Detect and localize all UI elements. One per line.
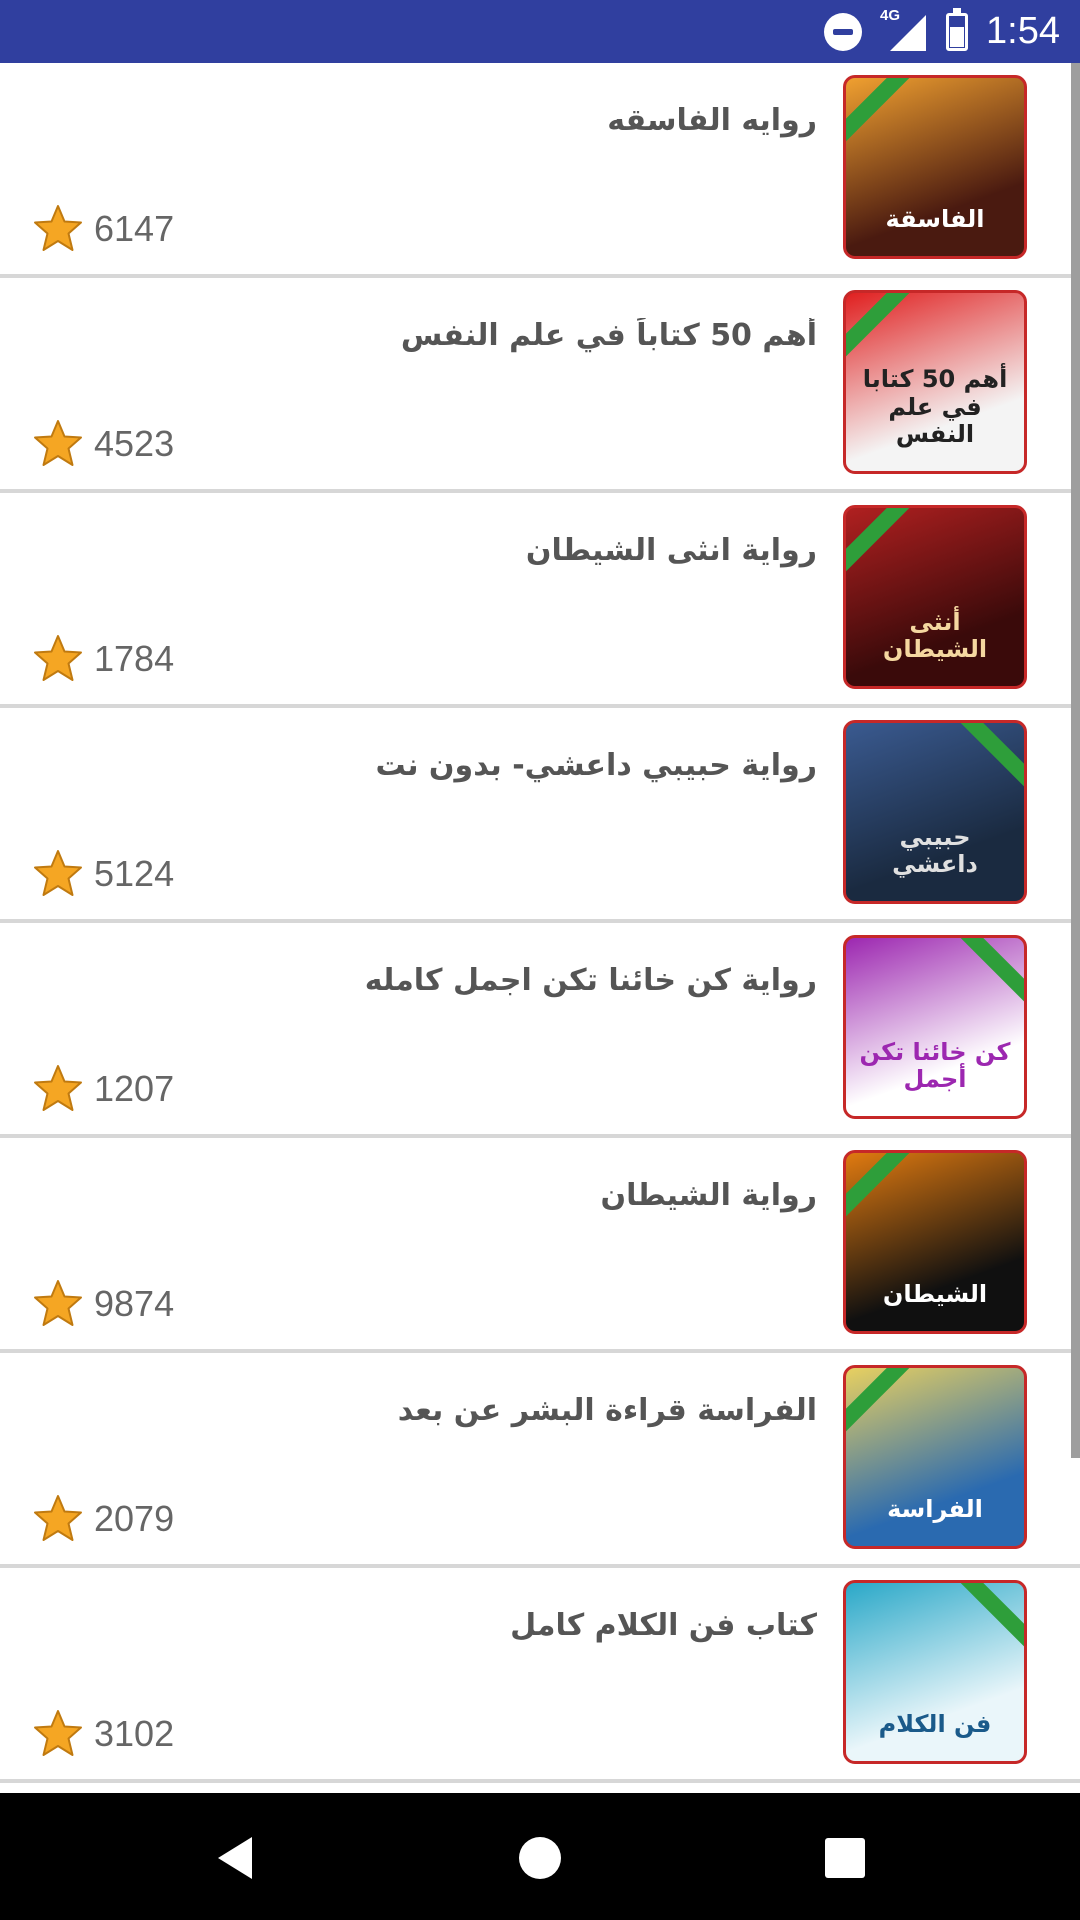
cover-ribbon: [846, 1153, 921, 1228]
book-cover-title: فن الكلام: [878, 1710, 992, 1739]
rating-count: 6147: [94, 208, 175, 249]
signal-icon: 4G: [880, 7, 928, 53]
star-icon: [34, 635, 82, 681]
book-cover[interactable]: أهم 50 كتابا في علم النفس: [843, 290, 1027, 474]
scrollbar[interactable]: [1071, 63, 1080, 1458]
home-icon[interactable]: [515, 1833, 565, 1883]
book-cover-title: أهم 50 كتابا في علم النفس: [862, 365, 1008, 449]
book-cover[interactable]: حبيبي داعشي: [843, 720, 1027, 904]
star-icon: [34, 850, 82, 896]
book-cover-title: أنثى الشيطان: [882, 607, 988, 664]
cover-ribbon: [846, 293, 921, 368]
star-icon: [34, 205, 82, 251]
list-item[interactable]: روايه الفاسقه 6147 الفاسقة: [0, 63, 1080, 278]
rating: 2079: [32, 1493, 174, 1545]
cover-ribbon: [846, 508, 921, 583]
rating: 1784: [32, 633, 174, 685]
book-title: رواية انثى الشيطان: [525, 533, 817, 568]
book-title: أهم 50 كتاباً في علم النفس: [400, 318, 817, 353]
do-not-disturb-icon: [824, 12, 863, 51]
book-cover-title: الشيطان: [882, 1280, 988, 1309]
book-cover-title: كن خائنا تكن أجمل: [859, 1037, 1011, 1094]
cover-ribbon: [949, 938, 1024, 1013]
clock: 1:54: [986, 10, 1060, 52]
rating-count: 1784: [94, 638, 175, 679]
rating: 3102: [32, 1708, 174, 1760]
status-icons: 4G 1:54: [824, 0, 1060, 63]
rating-count: 5124: [94, 853, 175, 894]
rating: 1207: [32, 1063, 174, 1115]
rating-count: 4523: [94, 423, 175, 464]
cover-ribbon: [949, 723, 1024, 798]
book-cover[interactable]: الفاسقة: [843, 75, 1027, 259]
battery-charging-icon: [946, 7, 969, 51]
rating: 5124: [32, 848, 174, 900]
back-icon[interactable]: [212, 1833, 262, 1883]
rating-count: 1207: [94, 1068, 175, 1109]
list-item[interactable]: رواية انثى الشيطان 1784 أنثى الشيطان: [0, 493, 1080, 708]
book-cover-title: الفاسقة: [885, 205, 985, 234]
rating: 9874: [32, 1278, 174, 1330]
rating-count: 9874: [94, 1283, 175, 1324]
list-item[interactable]: رواية كن خائنا تكن اجمل كامله 1207 كن خائن…: [0, 923, 1080, 1138]
star-icon: [34, 1710, 82, 1756]
list-item[interactable]: رواية حبيبي داعشي- بدون نت 5124 حبيبي داعش…: [0, 708, 1080, 923]
book-cover[interactable]: أنثى الشيطان: [843, 505, 1027, 689]
book-cover-title: حبيبي داعشي: [892, 822, 978, 879]
star-icon: [34, 1495, 82, 1541]
book-title: رواية الشيطان: [600, 1178, 817, 1213]
book-title: رواية حبيبي داعشي- بدون نت: [375, 748, 817, 783]
book-list[interactable]: روايه الفاسقه 6147 الفاسقة أهم 50 كتاباً في…: [0, 63, 1080, 1793]
cover-ribbon: [846, 78, 921, 153]
cover-ribbon: [949, 1583, 1024, 1658]
book-title: كتاب فن الكلام كامل: [510, 1608, 817, 1643]
star-icon: [34, 1065, 82, 1111]
list-item[interactable]: رواية الشيطان 9874 الشيطان: [0, 1138, 1080, 1353]
recents-icon[interactable]: [820, 1833, 870, 1883]
list-item[interactable]: أهم 50 كتاباً في علم النفس 4523 أهم 50 كتا…: [0, 278, 1080, 493]
book-cover[interactable]: فن الكلام: [843, 1580, 1027, 1764]
book-cover-title: الفراسة: [887, 1495, 983, 1524]
book-title: الفراسة قراءة البشر عن بعد: [397, 1393, 817, 1428]
book-cover[interactable]: الفراسة: [843, 1365, 1027, 1549]
rating-count: 2079: [94, 1498, 175, 1539]
star-icon: [34, 1280, 82, 1326]
list-item[interactable]: الفراسة قراءة البشر عن بعد 2079 الفراسة: [0, 1353, 1080, 1568]
rating-count: 3102: [94, 1713, 175, 1754]
cover-ribbon: [846, 1368, 921, 1443]
star-icon: [34, 420, 82, 466]
status-bar: 4G 1:54: [0, 0, 1080, 63]
navigation-bar: [0, 1793, 1080, 1920]
book-title: رواية كن خائنا تكن اجمل كامله: [364, 963, 817, 998]
book-cover[interactable]: كن خائنا تكن أجمل: [843, 935, 1027, 1119]
rating: 4523: [32, 418, 174, 470]
rating: 6147: [32, 203, 174, 255]
book-title: روايه الفاسقه: [607, 103, 817, 138]
book-cover[interactable]: الشيطان: [843, 1150, 1027, 1334]
list-item[interactable]: كتاب فن الكلام كامل 3102 فن الكلام: [0, 1568, 1080, 1783]
